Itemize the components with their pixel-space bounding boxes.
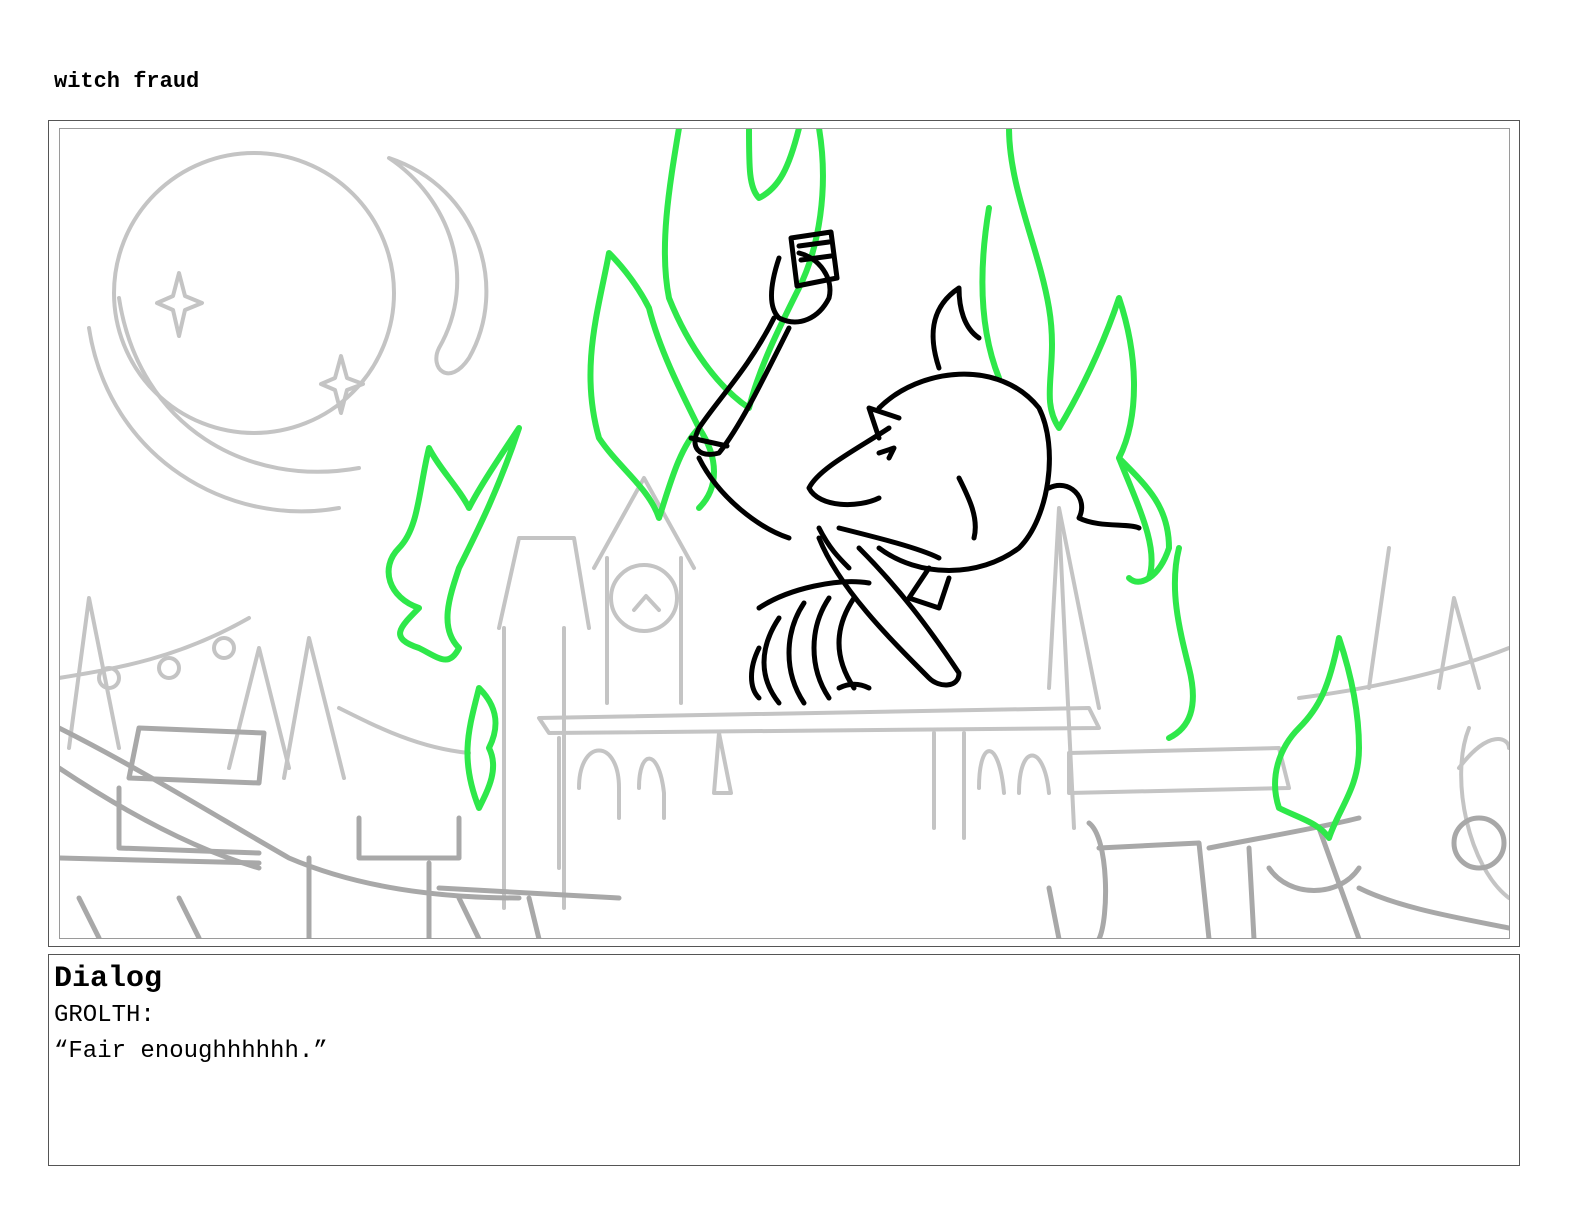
wheel-arc bbox=[1459, 726, 1509, 900]
dialog-speaker: GROLTH: bbox=[54, 1002, 155, 1029]
tent-peak-3 bbox=[282, 636, 346, 780]
eye bbox=[876, 445, 897, 461]
tent-pole bbox=[337, 706, 471, 755]
rib-5 bbox=[836, 595, 857, 691]
side-building bbox=[1067, 746, 1291, 795]
panel-sketch bbox=[60, 129, 1509, 938]
torch-pole bbox=[1367, 546, 1391, 690]
flame-left-low bbox=[464, 685, 499, 811]
stall-leg bbox=[76, 895, 102, 938]
banner-string bbox=[60, 616, 251, 680]
bench-leg-2 bbox=[526, 895, 542, 938]
lantern-2 bbox=[157, 656, 181, 680]
horn bbox=[930, 285, 982, 371]
stall-leg-2 bbox=[176, 895, 202, 938]
arch-window-3 bbox=[712, 731, 733, 795]
foreground-sketch bbox=[60, 725, 1509, 938]
right-stall-post-2 bbox=[1246, 845, 1257, 938]
dialog-box: Dialog GROLTH: “Fair enoughhhhhh.” bbox=[48, 954, 1520, 1166]
arch-window-5 bbox=[1017, 753, 1051, 795]
tent-peak-right bbox=[1437, 596, 1481, 690]
clock-hands bbox=[632, 594, 661, 612]
wheel-arc-2 bbox=[1457, 737, 1509, 770]
panel-image bbox=[59, 128, 1510, 939]
dialog-line: “Fair enoughhhhhh.” bbox=[54, 1038, 328, 1065]
moon-crescent bbox=[387, 156, 489, 376]
arch-window-2 bbox=[637, 756, 666, 820]
character-grolth bbox=[688, 229, 1142, 706]
dialog-heading: Dialog bbox=[54, 962, 163, 996]
flame-top-inner bbox=[746, 129, 802, 201]
board-title: witch fraud bbox=[54, 69, 200, 94]
arch-window-4 bbox=[977, 749, 1006, 795]
rib-2 bbox=[761, 615, 782, 706]
flame-right-inner bbox=[979, 205, 1002, 381]
tent-peak-2 bbox=[227, 646, 291, 770]
storyboard-panel bbox=[48, 120, 1520, 947]
crate bbox=[356, 815, 462, 861]
neck bbox=[906, 565, 952, 611]
bench-leg bbox=[456, 895, 482, 938]
phone-detail bbox=[796, 239, 832, 249]
right-stall-leg bbox=[1316, 825, 1362, 938]
spire-right bbox=[1047, 506, 1101, 710]
rib-3 bbox=[786, 600, 807, 706]
star bbox=[155, 271, 204, 338]
rib bbox=[749, 645, 762, 701]
rib-4 bbox=[811, 595, 832, 701]
cheek bbox=[956, 475, 978, 541]
star-2 bbox=[319, 354, 365, 415]
right-stall-curve bbox=[1086, 820, 1109, 938]
right-ground bbox=[1356, 885, 1509, 931]
flame-right-low bbox=[1166, 545, 1196, 741]
right-stall-drape bbox=[1266, 865, 1362, 893]
right-stall-frame bbox=[1096, 840, 1212, 938]
tower-roof-left bbox=[497, 536, 591, 630]
arch-window bbox=[577, 748, 621, 820]
right-stall-post bbox=[1046, 885, 1062, 938]
hall-roof bbox=[537, 706, 1101, 735]
lantern-3 bbox=[212, 636, 236, 660]
head bbox=[876, 371, 1052, 573]
flame-far-right bbox=[1272, 635, 1362, 841]
background-sketch bbox=[60, 151, 1509, 910]
